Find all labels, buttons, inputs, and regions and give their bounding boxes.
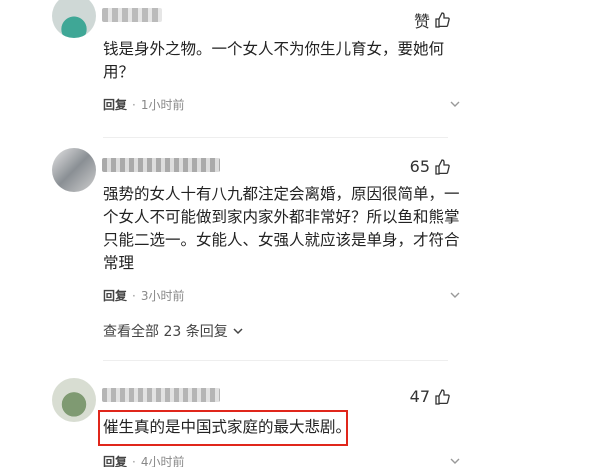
comment-text: 钱是身外之物。一个女人不为你生儿育女，要她何用？ xyxy=(103,40,445,81)
comment-meta: 回复 · 3小时前 xyxy=(103,287,184,304)
thumbs-up-icon xyxy=(435,158,450,175)
view-all-replies-link[interactable]: 查看全部 23 条回复 xyxy=(103,321,244,341)
reply-button[interactable]: 回复 xyxy=(103,287,127,304)
avatar[interactable] xyxy=(52,378,96,422)
separator-dot: · xyxy=(132,288,136,303)
more-options-icon[interactable] xyxy=(448,97,462,111)
timestamp: 1小时前 xyxy=(140,98,185,112)
separator-dot: · xyxy=(132,97,136,112)
comment-meta: 回复 · 1小时前 xyxy=(103,96,184,113)
separator-dot: · xyxy=(132,454,136,467)
avatar[interactable] xyxy=(52,148,96,192)
timestamp: 4小时前 xyxy=(140,455,185,467)
reply-button[interactable]: 回复 xyxy=(103,96,127,113)
divider xyxy=(103,137,448,138)
comment-text: 催生真的是中国式家庭的最大悲剧。 xyxy=(103,418,352,436)
comment-meta: 回复 · 4小时前 xyxy=(103,453,184,467)
username-blurred[interactable] xyxy=(102,388,220,402)
more-options-icon[interactable] xyxy=(448,288,462,302)
comment-text: 强势的女人十有八九都注定会离婚，原因很简单，一个女人不可能做到家内家外都非常好？… xyxy=(103,185,460,272)
thumbs-up-icon xyxy=(435,12,450,28)
username-blurred[interactable] xyxy=(102,8,162,22)
username-blurred[interactable] xyxy=(102,158,220,172)
like-button[interactable]: 65 xyxy=(410,157,450,176)
more-options-icon[interactable] xyxy=(448,454,462,467)
like-count: 47 xyxy=(409,387,430,406)
reply-button[interactable]: 回复 xyxy=(103,453,127,467)
avatar[interactable] xyxy=(52,0,96,38)
like-button[interactable]: 47 xyxy=(410,387,450,406)
divider xyxy=(103,360,448,361)
view-all-label: 查看全部 23 条回复 xyxy=(103,324,228,340)
like-count: 赞 xyxy=(413,12,430,31)
thumbs-up-icon xyxy=(435,388,450,405)
like-count: 65 xyxy=(409,157,430,176)
chevron-down-icon xyxy=(233,328,243,335)
timestamp: 3小时前 xyxy=(140,289,185,303)
like-button[interactable]: 赞 xyxy=(414,8,450,32)
